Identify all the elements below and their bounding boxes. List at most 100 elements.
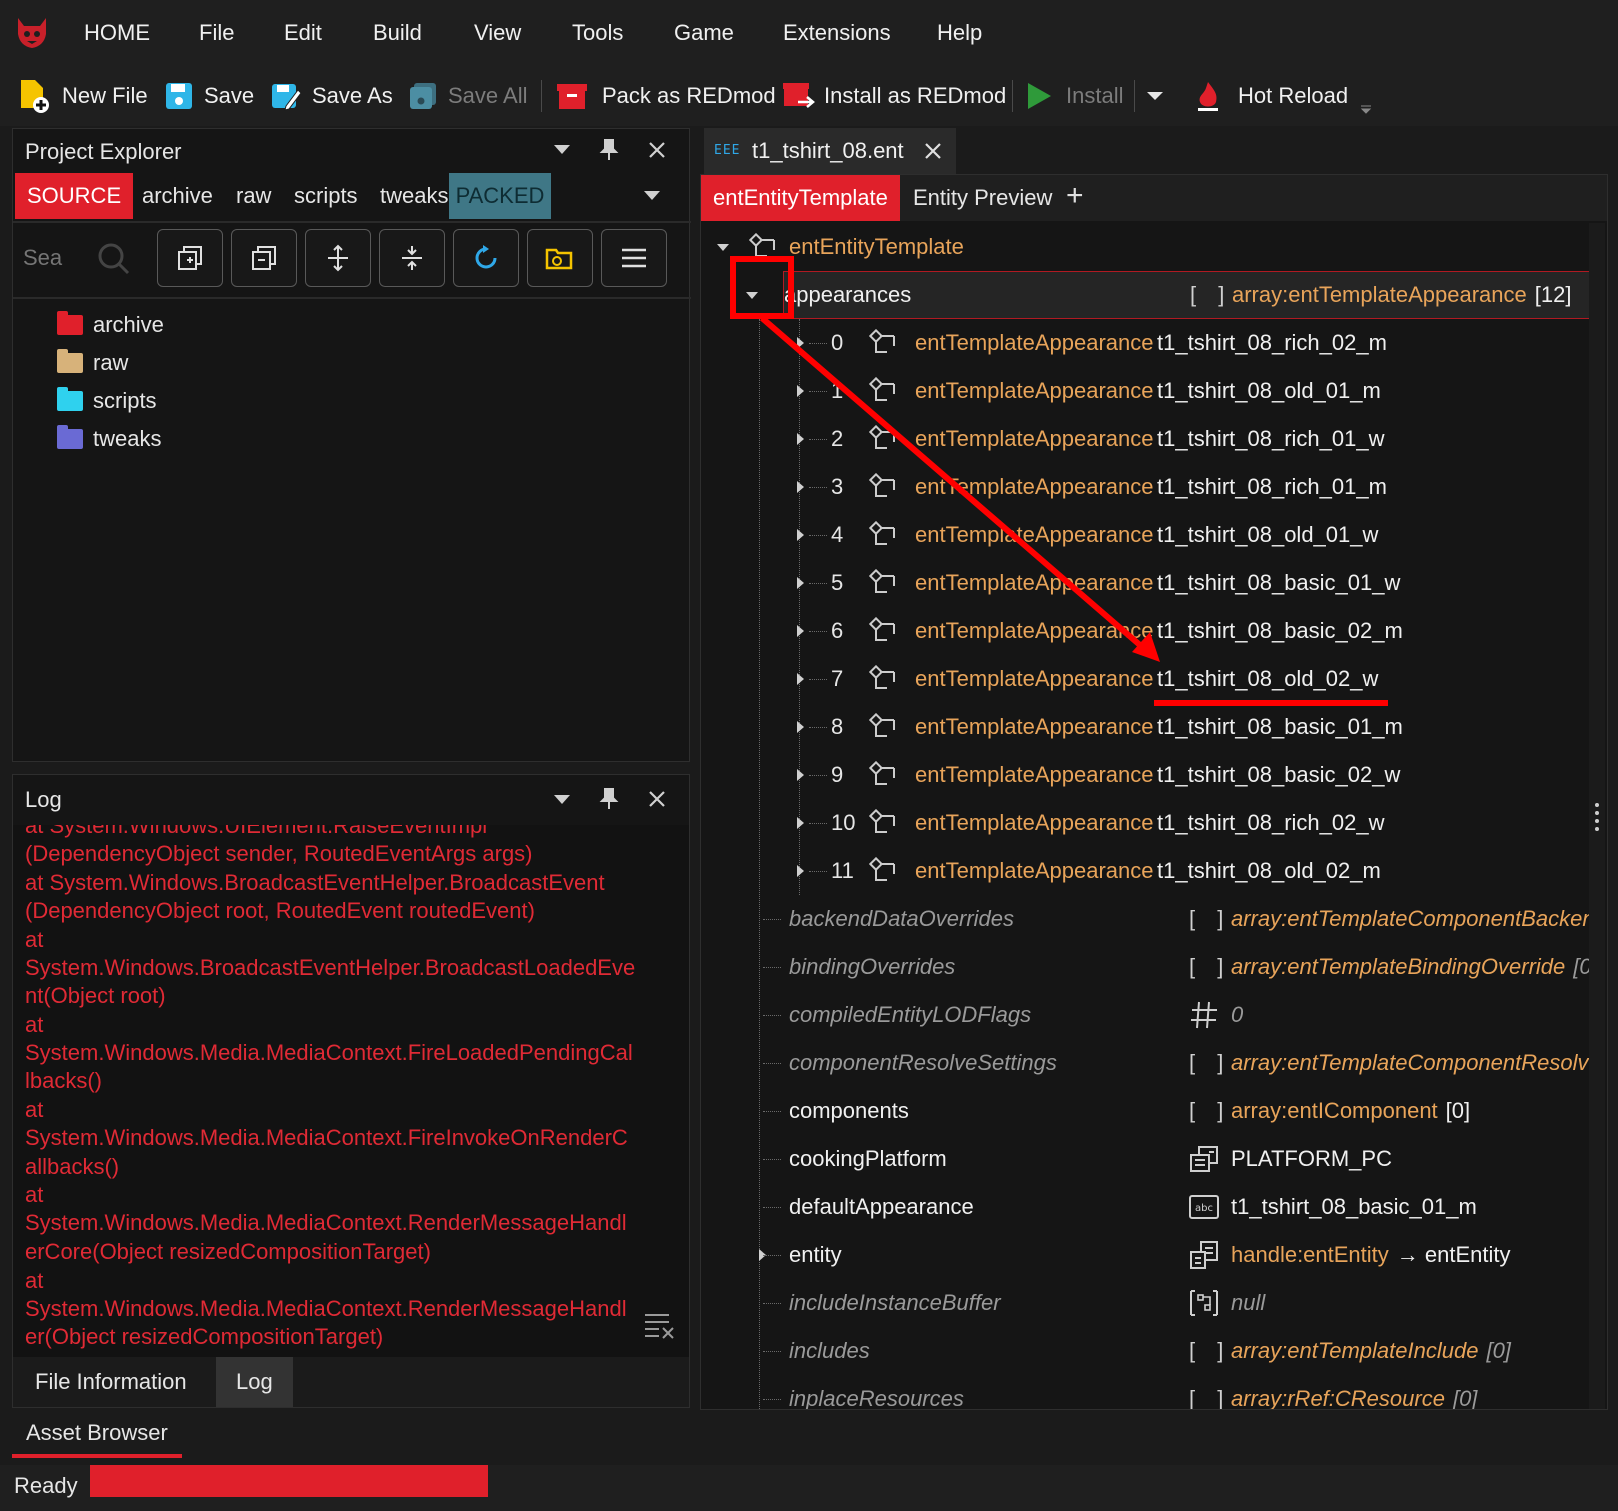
appearance-row[interactable]: 6 entTemplateAppearance t1_tshirt_08_basic…: [701, 607, 1581, 655]
appearance-row[interactable]: 4 entTemplateAppearance t1_tshirt_08_old_0…: [701, 511, 1581, 559]
close-tab-icon[interactable]: [924, 142, 942, 160]
property-row[interactable]: bindingOverrides [ ] array:entTemplateBind…: [701, 943, 1591, 991]
add-tab-button[interactable]: +: [1066, 179, 1084, 213]
close-icon[interactable]: [647, 789, 667, 809]
property-row[interactable]: cookingPlatform PLATFORM_PC: [701, 1135, 1581, 1183]
appearance-row[interactable]: 11 entTemplateAppearance t1_tshirt_08_old_…: [701, 847, 1581, 895]
appearance-type: entTemplateAppearance: [915, 618, 1154, 643]
property-row[interactable]: components [ ] array:entIComponent [0]: [701, 1087, 1581, 1135]
expand-toggle[interactable]: [797, 799, 804, 847]
search-input[interactable]: [23, 241, 83, 275]
property-row[interactable]: compiledEntityLODFlags 0: [701, 991, 1581, 1039]
expand-toggle[interactable]: [797, 607, 804, 655]
install-as-redmod-button[interactable]: Install as REDmod: [782, 66, 1006, 126]
file-tab[interactable]: EEE t1_tshirt_08.ent: [704, 128, 956, 174]
appearance-row[interactable]: 2 entTemplateAppearance t1_tshirt_08_rich_…: [701, 415, 1581, 463]
tab-archive[interactable]: archive: [130, 173, 225, 219]
property-row[interactable]: backendDataOverrides [ ] array:entTemplate…: [701, 895, 1591, 943]
menu-build[interactable]: Build: [373, 20, 422, 46]
clear-log-icon[interactable]: [643, 1311, 675, 1339]
tab-log[interactable]: Log: [216, 1357, 293, 1407]
collapse-children-button[interactable]: [379, 229, 445, 287]
pin-icon[interactable]: [599, 787, 619, 811]
hot-reload-button[interactable]: Hot Reload: [1194, 66, 1348, 126]
expand-toggle[interactable]: [746, 272, 758, 318]
expand-children-button[interactable]: [305, 229, 371, 287]
install-button[interactable]: Install: [1026, 66, 1123, 126]
panel-menu-chevron-icon[interactable]: [554, 795, 570, 805]
property-row[interactable]: defaultAppearance abc t1_tshirt_08_basic_0…: [701, 1183, 1581, 1231]
menu-help[interactable]: Help: [937, 20, 982, 46]
tree-row-appearances[interactable]: appearances [ ] array:entTemplateAppeara…: [746, 271, 1591, 319]
tab-scripts[interactable]: scripts: [282, 173, 370, 219]
collapse-all-button[interactable]: [231, 229, 297, 287]
appearance-row[interactable]: 0 entTemplateAppearance t1_tshirt_08_rich_…: [701, 319, 1581, 367]
expand-toggle[interactable]: [797, 847, 804, 895]
appearance-row[interactable]: 10 entTemplateAppearance t1_tshirt_08_rich…: [701, 799, 1581, 847]
tabs-overflow-chevron-icon[interactable]: [644, 191, 660, 201]
property-row[interactable]: componentResolveSettings [ ] array:entTemp…: [701, 1039, 1591, 1087]
menu-view[interactable]: View: [474, 20, 521, 46]
tab-source[interactable]: SOURCE: [15, 173, 134, 219]
folder-tweaks[interactable]: tweaks: [57, 423, 161, 455]
menu-edit[interactable]: Edit: [284, 20, 322, 46]
search-icon[interactable]: [97, 242, 131, 276]
folder-scripts[interactable]: scripts: [57, 385, 157, 417]
menu-game[interactable]: Game: [674, 20, 734, 46]
expand-all-button[interactable]: [157, 229, 223, 287]
appearance-row[interactable]: 5 entTemplateAppearance t1_tshirt_08_basic…: [701, 559, 1581, 607]
explorer-menu-button[interactable]: [601, 229, 667, 287]
save-all-button[interactable]: Save All: [408, 66, 528, 126]
menu-extensions[interactable]: Extensions: [783, 20, 891, 46]
panel-menu-chevron-icon[interactable]: [554, 145, 570, 155]
tab-tweaks[interactable]: tweaks: [368, 173, 460, 219]
tab-entity-preview[interactable]: Entity Preview: [901, 175, 1064, 221]
appearance-row[interactable]: 9 entTemplateAppearance t1_tshirt_08_basic…: [701, 751, 1581, 799]
expand-toggle[interactable]: [797, 511, 804, 559]
appearance-row[interactable]: 8 entTemplateAppearance t1_tshirt_08_basic…: [701, 703, 1581, 751]
expand-toggle[interactable]: [797, 751, 804, 799]
property-row[interactable]: entity handle:entEntity → entEntity: [701, 1231, 1581, 1279]
pack-as-redmod-button[interactable]: Pack as REDmod: [556, 66, 776, 126]
save-as-button[interactable]: Save As: [270, 66, 393, 126]
tab-ententitytemplate[interactable]: entEntityTemplate: [701, 175, 900, 221]
folder-raw[interactable]: raw: [57, 347, 128, 379]
property-row[interactable]: inplaceResources [ ] array:rRef:CResource […: [701, 1375, 1581, 1409]
log-output[interactable]: at System.Windows.UIElement.RaiseEventIm…: [13, 825, 689, 1357]
asset-browser-tab[interactable]: Asset Browser: [12, 1412, 182, 1458]
expand-toggle[interactable]: [797, 415, 804, 463]
flame-icon: [1198, 82, 1218, 111]
expand-toggle[interactable]: [797, 703, 804, 751]
toolbar-overflow-icon[interactable]: [1360, 102, 1372, 114]
expand-toggle[interactable]: [797, 319, 804, 367]
value-suffix: [0]: [1486, 1338, 1511, 1363]
pin-icon[interactable]: [599, 138, 619, 162]
appearance-row[interactable]: 1 entTemplateAppearance t1_tshirt_08_old_0…: [701, 367, 1581, 415]
tab-file-information[interactable]: File Information: [21, 1357, 201, 1407]
property-row[interactable]: includeInstanceBuffer null: [701, 1279, 1581, 1327]
expand-toggle[interactable]: [797, 559, 804, 607]
tab-raw[interactable]: raw: [224, 173, 283, 219]
save-button[interactable]: Save: [164, 66, 254, 126]
scrollbar-grip[interactable]: [1595, 803, 1599, 831]
tab-packed[interactable]: PACKED: [449, 173, 551, 219]
scrollbar[interactable]: [1589, 223, 1605, 1409]
menu-file[interactable]: File: [199, 20, 234, 46]
refresh-button[interactable]: [453, 229, 519, 287]
folder-archive[interactable]: archive: [57, 309, 164, 341]
new-file-button[interactable]: New File: [18, 66, 148, 126]
install-dropdown-button[interactable]: [1146, 66, 1174, 126]
open-folder-button[interactable]: [527, 229, 593, 287]
appearance-row[interactable]: 3 entTemplateAppearance t1_tshirt_08_rich_…: [701, 463, 1581, 511]
expand-toggle[interactable]: [797, 655, 804, 703]
tree-row-root[interactable]: entEntityTemplate: [701, 223, 1581, 271]
expand-toggle[interactable]: [717, 223, 729, 271]
expand-toggle[interactable]: [797, 367, 804, 415]
menu-tools[interactable]: Tools: [572, 20, 623, 46]
appearance-row[interactable]: 7 entTemplateAppearance t1_tshirt_08_old_0…: [701, 655, 1581, 703]
property-row[interactable]: includes [ ] array:entTemplateInclude [0]: [701, 1327, 1581, 1375]
property-value: PLATFORM_PC: [1231, 1135, 1392, 1183]
close-icon[interactable]: [647, 140, 667, 160]
menu-home[interactable]: HOME: [84, 20, 150, 46]
expand-toggle[interactable]: [797, 463, 804, 511]
